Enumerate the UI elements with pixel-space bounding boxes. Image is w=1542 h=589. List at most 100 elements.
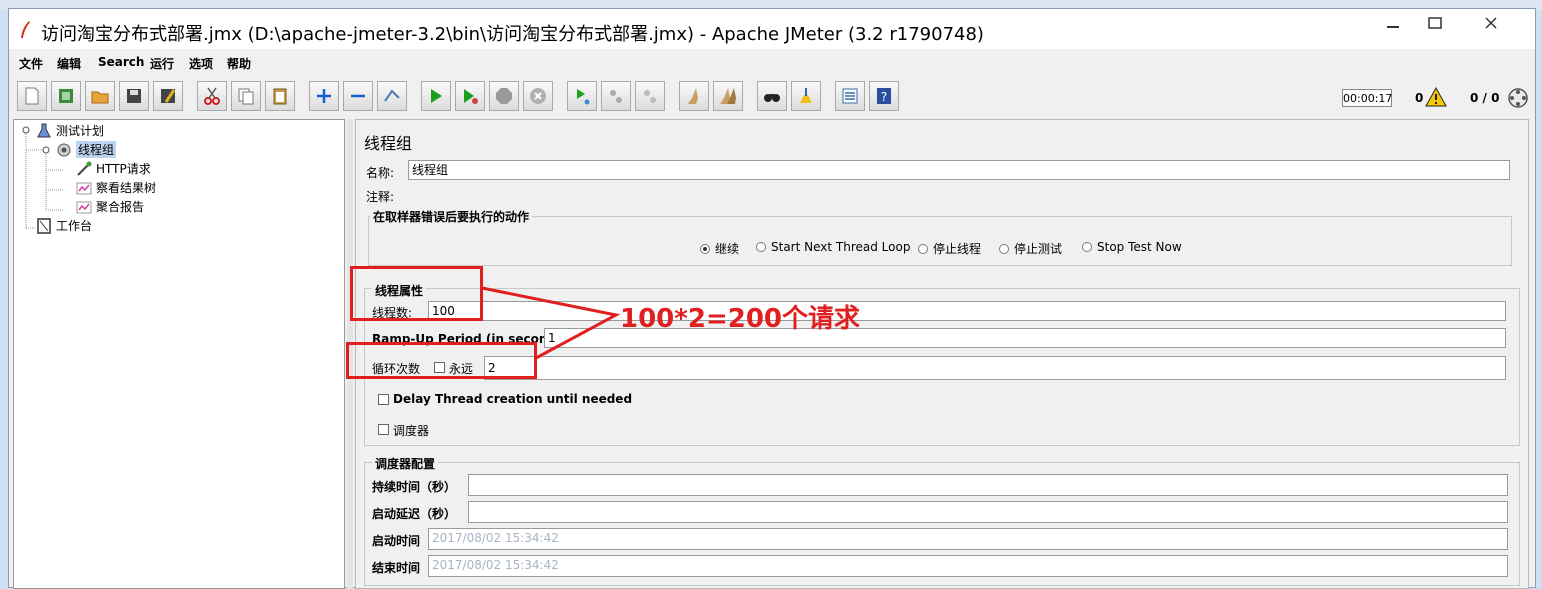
- remote-stop-button[interactable]: [601, 81, 631, 111]
- clear-button[interactable]: [679, 81, 709, 111]
- clear-all-button[interactable]: [713, 81, 743, 111]
- minimize-icon: [1387, 26, 1399, 28]
- duration-label: 持续时间（秒）: [372, 480, 457, 494]
- expand-button[interactable]: [309, 81, 339, 111]
- comment-field[interactable]: [408, 186, 1510, 204]
- tree-item-label: 线程组: [76, 141, 117, 158]
- menu-help[interactable]: 帮助: [227, 55, 251, 72]
- start-icon: [431, 89, 442, 103]
- duration-field[interactable]: [468, 474, 1508, 496]
- radio-label: 停止测试: [1014, 242, 1063, 256]
- new-button[interactable]: [17, 81, 47, 111]
- stop-button[interactable]: [489, 81, 519, 111]
- name-field[interactable]: 线程组: [408, 160, 1510, 180]
- radio-stop-thread[interactable]: 停止线程: [918, 240, 981, 257]
- active-threads-count: 0 / 0: [1470, 91, 1500, 105]
- menu-search[interactable]: Search: [98, 55, 144, 69]
- copy-button[interactable]: [231, 81, 261, 111]
- svg-text:?: ?: [881, 90, 887, 104]
- templates-button[interactable]: [51, 81, 81, 111]
- start-time-field[interactable]: 2017/08/02 15:34:42: [428, 528, 1508, 550]
- scheduler-checkbox[interactable]: [378, 424, 389, 435]
- start-no-pause-icon: [464, 89, 478, 104]
- comment-label: 注释:: [366, 190, 395, 204]
- start-no-pause-button[interactable]: [455, 81, 485, 111]
- collapse-button[interactable]: [343, 81, 373, 111]
- shutdown-button[interactable]: [523, 81, 553, 111]
- radio-button[interactable]: [700, 243, 710, 254]
- elapsed-timer: 00:00:17: [1342, 89, 1392, 107]
- remote-start-button[interactable]: [567, 81, 597, 111]
- remote-stop-icon: [610, 90, 622, 103]
- tree-item-http-request[interactable]: HTTP请求: [76, 160, 151, 177]
- sampler-icon: [77, 161, 92, 176]
- warning-icon[interactable]: [1425, 87, 1447, 107]
- annotation-box-threads: [350, 266, 483, 321]
- maximize-button[interactable]: [1413, 13, 1457, 39]
- radio-button[interactable]: [756, 242, 766, 252]
- menu-file[interactable]: 文件: [19, 55, 43, 72]
- new-icon: [25, 87, 39, 105]
- delay-thread-checkbox[interactable]: [378, 394, 389, 405]
- remote-shutdown-button[interactable]: [635, 81, 665, 111]
- cut-button[interactable]: [197, 81, 227, 111]
- search-button[interactable]: [757, 81, 787, 111]
- tree-item-label: 察看结果树: [96, 181, 157, 195]
- templates-icon: [59, 89, 73, 103]
- paste-button[interactable]: [265, 81, 295, 111]
- radio-button[interactable]: [918, 243, 928, 254]
- menu-run[interactable]: 运行: [150, 55, 174, 72]
- open-button[interactable]: [85, 81, 115, 111]
- expand-icon: [317, 89, 331, 103]
- error-count: 0: [1415, 91, 1424, 105]
- test-plan-icon: [37, 123, 51, 137]
- tree-item-test-plan[interactable]: 测试计划: [36, 122, 104, 139]
- radio-continue[interactable]: 继续: [700, 240, 739, 257]
- save-icon: [127, 89, 141, 103]
- workbench-icon: [37, 217, 51, 234]
- page-title: 线程组: [364, 134, 413, 153]
- help-button[interactable]: ?: [869, 81, 899, 111]
- radio-label: 停止线程: [933, 242, 982, 256]
- menu-edit[interactable]: 编辑: [57, 55, 81, 72]
- collapse-icon: [351, 94, 365, 98]
- cut-icon: [204, 87, 220, 105]
- function-helper-button[interactable]: [835, 81, 865, 111]
- radio-label: Start Next Thread Loop: [771, 240, 911, 254]
- annotation-arrow: [481, 286, 620, 360]
- tree-item-view-results-tree[interactable]: 察看结果树: [76, 179, 156, 196]
- clear-all-icon: [720, 88, 736, 104]
- tree-item-label: 测试计划: [56, 124, 105, 138]
- radio-button[interactable]: [1082, 242, 1092, 252]
- tree-item-aggregate-report[interactable]: 聚合报告: [76, 198, 144, 215]
- paste-icon: [273, 88, 287, 105]
- tree-item-workbench[interactable]: 工作台: [36, 217, 92, 234]
- minimize-button[interactable]: [1371, 13, 1415, 39]
- radio-button[interactable]: [999, 243, 1009, 254]
- toggle-button[interactable]: [377, 81, 407, 111]
- radio-stop-test-now[interactable]: Stop Test Now: [1082, 240, 1182, 254]
- test-plan-tree: 测试计划 线程组 HTTP请求 察看结果树 聚合报告 工作台: [13, 119, 345, 589]
- radio-start-next-loop[interactable]: Start Next Thread Loop: [756, 240, 910, 254]
- startup-delay-field[interactable]: [468, 501, 1508, 523]
- save-as-button[interactable]: [153, 81, 183, 111]
- remote-shutdown-icon: [644, 90, 656, 103]
- end-time-field[interactable]: 2017/08/02 15:34:42: [428, 555, 1508, 577]
- tree-item-label: 工作台: [56, 219, 93, 233]
- save-button[interactable]: [119, 81, 149, 111]
- delay-thread-label: Delay Thread creation until needed: [393, 392, 633, 406]
- toolbar: ? 00:00:17 0 0 / 0: [13, 77, 1529, 117]
- radio-stop-test[interactable]: 停止测试: [999, 240, 1062, 257]
- tree-item-label: 聚合报告: [96, 200, 145, 214]
- listener-icon: [76, 182, 92, 194]
- reset-search-button[interactable]: [791, 81, 821, 111]
- jmeter-feather-icon: [21, 21, 30, 38]
- menu-options[interactable]: 选项: [189, 55, 213, 72]
- sampler-error-action-title: 在取样器错误后要执行的动作: [370, 208, 533, 225]
- tree-item-thread-group[interactable]: 线程组: [56, 141, 117, 158]
- start-time-label: 启动时间: [372, 534, 421, 548]
- loop-count-field[interactable]: 2: [484, 356, 1506, 380]
- start-button[interactable]: [421, 81, 451, 111]
- close-button[interactable]: [1469, 13, 1513, 39]
- startup-delay-label: 启动延迟（秒）: [372, 507, 457, 521]
